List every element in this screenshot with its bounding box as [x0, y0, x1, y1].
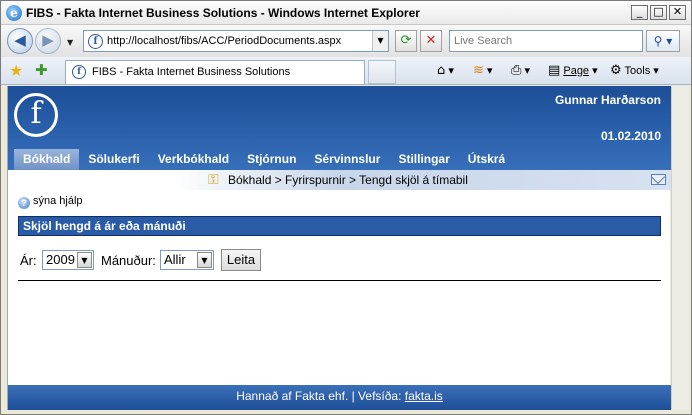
close-button[interactable]: ✕	[669, 5, 686, 20]
footer-link[interactable]: fakta.is	[405, 389, 443, 403]
year-select-value: 2009	[46, 252, 75, 267]
footer: Hannað af Fakta ehf. | Vefsíða: fakta.is	[8, 385, 671, 410]
breadcrumb-bar: ⚿ Bókhald > Fyrirspurnir > Tengd skjöl á…	[8, 170, 671, 190]
year-select[interactable]: 2009 ▼	[42, 250, 94, 270]
help-link[interactable]: ? sýna hjálp	[18, 195, 83, 209]
tools-menu[interactable]: ⚙ Tools ▾	[610, 63, 659, 78]
title-bar: e FIBS - Fakta Internet Business Solutio…	[1, 1, 691, 25]
mail-icon[interactable]	[651, 174, 666, 185]
menu-item-utskra[interactable]: Útskrá	[459, 149, 514, 170]
month-label: Mánuður:	[101, 253, 156, 268]
new-tab-button[interactable]	[368, 60, 396, 84]
browser-window: e FIBS - Fakta Internet Business Solutio…	[0, 0, 692, 415]
back-icon[interactable]: ◀	[7, 28, 33, 54]
url-text: http://localhost/fibs/ACC/PeriodDocument…	[107, 35, 342, 47]
search-input[interactable]	[454, 32, 634, 50]
menu-item-verkbokhald[interactable]: Verkbókhald	[149, 149, 238, 170]
user-name: Gunnar Harðarson	[554, 93, 661, 107]
favorites-star-icon[interactable]: ★	[9, 61, 23, 80]
forward-icon[interactable]: ▶	[35, 28, 61, 54]
section-title: Skjöl hengd á ár eða mánuði	[18, 216, 661, 236]
vertical-scrollbar[interactable]	[671, 86, 688, 410]
feeds-icon[interactable]: ≋ ▾	[473, 63, 493, 78]
page-favicon-icon: f	[88, 34, 103, 49]
search-button[interactable]: Leita	[221, 249, 261, 271]
print-icon[interactable]: ⎙ ▾	[511, 63, 530, 78]
fibs-logo[interactable]: f	[14, 93, 58, 137]
url-field[interactable]: f http://localhost/fibs/ACC/PeriodDocume…	[83, 30, 389, 52]
menu-item-stjornun[interactable]: Stjórnun	[238, 149, 305, 170]
page-icon: ▤	[548, 63, 561, 78]
tab-bar: ★ ✚ f FIBS - Fakta Internet Business Sol…	[1, 57, 691, 85]
tab-favicon-icon: f	[72, 65, 86, 79]
minimize-button[interactable]: _	[631, 5, 648, 20]
tab-label: FIBS - Fakta Internet Business Solutions	[92, 66, 291, 78]
url-dropdown-icon[interactable]: ▼	[372, 31, 388, 51]
divider	[18, 280, 661, 281]
help-icon: ?	[18, 197, 30, 209]
address-bar: ◀ ▶ ▼ f http://localhost/fibs/ACC/Period…	[1, 25, 691, 57]
main-menu: Bókhald Sölukerfi Verkbókhald Stjórnun S…	[14, 149, 514, 170]
search-icon[interactable]: ⚲ ▾	[646, 30, 680, 52]
menu-item-solukerfi[interactable]: Sölukerfi	[79, 149, 148, 170]
breadcrumb: Bókhald > Fyrirspurnir > Tengd skjöl á t…	[228, 173, 468, 187]
month-select[interactable]: Allir ▼	[160, 250, 214, 270]
tab-active[interactable]: f FIBS - Fakta Internet Business Solutio…	[65, 60, 365, 84]
history-dropdown-icon[interactable]: ▼	[67, 38, 73, 47]
menu-item-bokhald[interactable]: Bókhald	[14, 149, 80, 170]
menu-item-servinnslur[interactable]: Sérvinnslur	[305, 149, 389, 170]
add-favorites-icon[interactable]: ✚	[35, 61, 48, 79]
footer-text: Hannað af Fakta ehf. | Vefsíða:	[236, 389, 402, 403]
chevron-down-icon: ▼	[77, 252, 92, 268]
month-select-value: Allir	[164, 252, 186, 267]
page-menu[interactable]: ▤ Page ▾	[548, 63, 598, 78]
refresh-icon[interactable]: ⟳	[395, 30, 417, 52]
maximize-button[interactable]: □	[650, 5, 667, 20]
stop-icon[interactable]: ✕	[420, 30, 442, 52]
search-field[interactable]	[449, 30, 643, 52]
menu-item-stillingar[interactable]: Stillingar	[389, 149, 458, 170]
page-content: f Gunnar Harðarson 01.02.2010 Bókhald Sö…	[7, 86, 671, 410]
header-date: 01.02.2010	[600, 129, 661, 143]
app-header: f Gunnar Harðarson 01.02.2010 Bókhald Sö…	[8, 86, 671, 178]
chevron-down-icon: ▼	[197, 252, 212, 268]
help-link-label: sýna hjálp	[33, 195, 83, 207]
year-label: Ár:	[20, 253, 37, 268]
home-icon[interactable]: ⌂ ▾	[437, 63, 454, 78]
tools-gear-icon: ⚙	[610, 63, 622, 78]
ie-logo-icon: e	[6, 5, 22, 21]
window-title: FIBS - Fakta Internet Business Solutions…	[26, 6, 420, 20]
key-icon: ⚿	[208, 172, 219, 188]
